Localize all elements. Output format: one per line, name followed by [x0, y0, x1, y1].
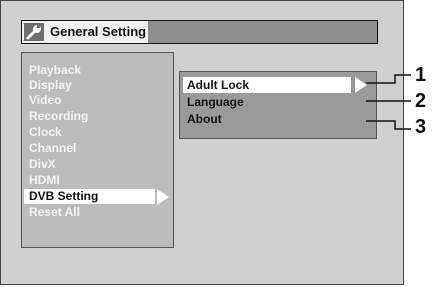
- callout-2: 2: [415, 90, 427, 112]
- callout-1: 1: [415, 64, 427, 86]
- callout-line-1: [366, 74, 411, 84]
- callout-3: 3: [415, 116, 427, 138]
- callout-line-3: [366, 120, 411, 130]
- callout-lines: [366, 74, 411, 130]
